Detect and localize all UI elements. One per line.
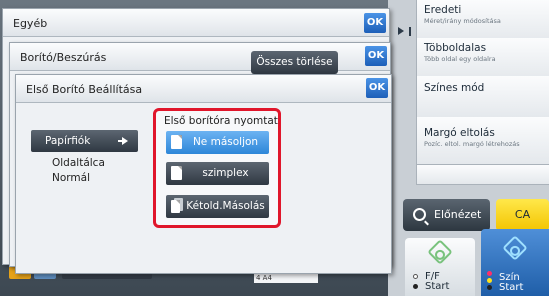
- magnifier-icon: [413, 208, 426, 221]
- dialog-first-cover-header: Első Borító Beállítása OK: [16, 75, 391, 103]
- option-duplex-label: Kétold.Másolás: [186, 200, 265, 212]
- bw-dot-icon: [413, 274, 418, 279]
- tray-value: Oldaltálca Normál: [52, 156, 105, 186]
- clear-all-button[interactable]: Összes törlése: [251, 51, 338, 74]
- dialog-first-cover-title: Első Borító Beállítása: [26, 83, 143, 96]
- document-icon: [171, 135, 182, 149]
- bw-start-label: F/F Start: [425, 271, 450, 292]
- bw-start-button[interactable]: F/F Start: [405, 238, 475, 296]
- function-margin-shift-subtitle: Pozíc. eltol. margó létrehozás: [424, 140, 520, 148]
- function-n-up-subtitle: Több oldal egy oldalra: [424, 55, 496, 63]
- panel-expand-bar: [409, 27, 411, 36]
- function-margin-shift-title: Margó eltolás: [424, 127, 495, 139]
- function-n-up-title: Többoldalas: [424, 42, 487, 54]
- color-start-button[interactable]: Szín Start: [481, 229, 549, 296]
- function-color-mode[interactable]: Színes mód: [416, 76, 549, 119]
- start-icon: [502, 235, 528, 261]
- function-original[interactable]: Eredeti Méret/irány módosítása: [416, 0, 549, 43]
- option-no-copy-button[interactable]: Ne másoljon: [166, 131, 269, 154]
- start-icon: [427, 239, 453, 265]
- color-start-label: Szín Start: [499, 272, 524, 293]
- dialog-cover-insert-title: Borító/Beszúrás: [20, 51, 107, 64]
- function-original-title: Eredeti: [424, 4, 462, 16]
- tray-value-line1: Oldaltálca: [52, 157, 105, 169]
- function-color-mode-title: Színes mód: [424, 82, 485, 94]
- option-simplex-label: szimplex: [202, 167, 249, 179]
- function-margin-shift[interactable]: Margó eltolás Pozíc. eltol. margó létreh…: [416, 117, 549, 165]
- panel-expand-arrow-icon[interactable]: [398, 27, 404, 35]
- function-original-subtitle: Méret/irány módosítása: [424, 17, 501, 25]
- function-n-up[interactable]: Többoldalas Több oldal egy oldalra: [416, 38, 549, 81]
- document-icon: [171, 200, 180, 213]
- color-dot-icon: [487, 271, 492, 276]
- ok-button[interactable]: OK: [366, 78, 388, 98]
- ok-button[interactable]: OK: [364, 13, 386, 33]
- option-duplex-button[interactable]: Kétold.Másolás: [166, 195, 269, 218]
- print-group-title: Első borítóra nyomtat: [164, 115, 278, 127]
- paper-tray-label: Papírfiók: [45, 135, 91, 147]
- ok-button[interactable]: OK: [365, 46, 387, 66]
- dialog-other-header: Egyéb OK: [3, 9, 389, 37]
- option-no-copy-label: Ne másoljon: [192, 136, 259, 148]
- color-dot-icon: [487, 285, 492, 290]
- function-list-filler: [416, 165, 549, 185]
- dialog-other-title: Egyéb: [13, 17, 48, 30]
- clear-all-ca-button[interactable]: CA: [496, 199, 549, 231]
- bw-dot-icon: [413, 284, 418, 289]
- preview-button[interactable]: Előnézet: [403, 199, 490, 231]
- tray-value-line2: Normál: [52, 172, 90, 184]
- option-simplex-button[interactable]: szimplex: [166, 162, 269, 185]
- paper-tray-button[interactable]: Papírfiók: [31, 130, 138, 152]
- paper-counter: 4 A4: [254, 273, 318, 283]
- print-on-first-cover-group: Első borítóra nyomtat Ne másoljon szimpl…: [153, 108, 281, 228]
- document-icon: [171, 166, 182, 180]
- color-dot-icon: [487, 278, 492, 283]
- preview-button-label: Előnézet: [434, 208, 482, 221]
- arrow-right-icon: [118, 137, 128, 145]
